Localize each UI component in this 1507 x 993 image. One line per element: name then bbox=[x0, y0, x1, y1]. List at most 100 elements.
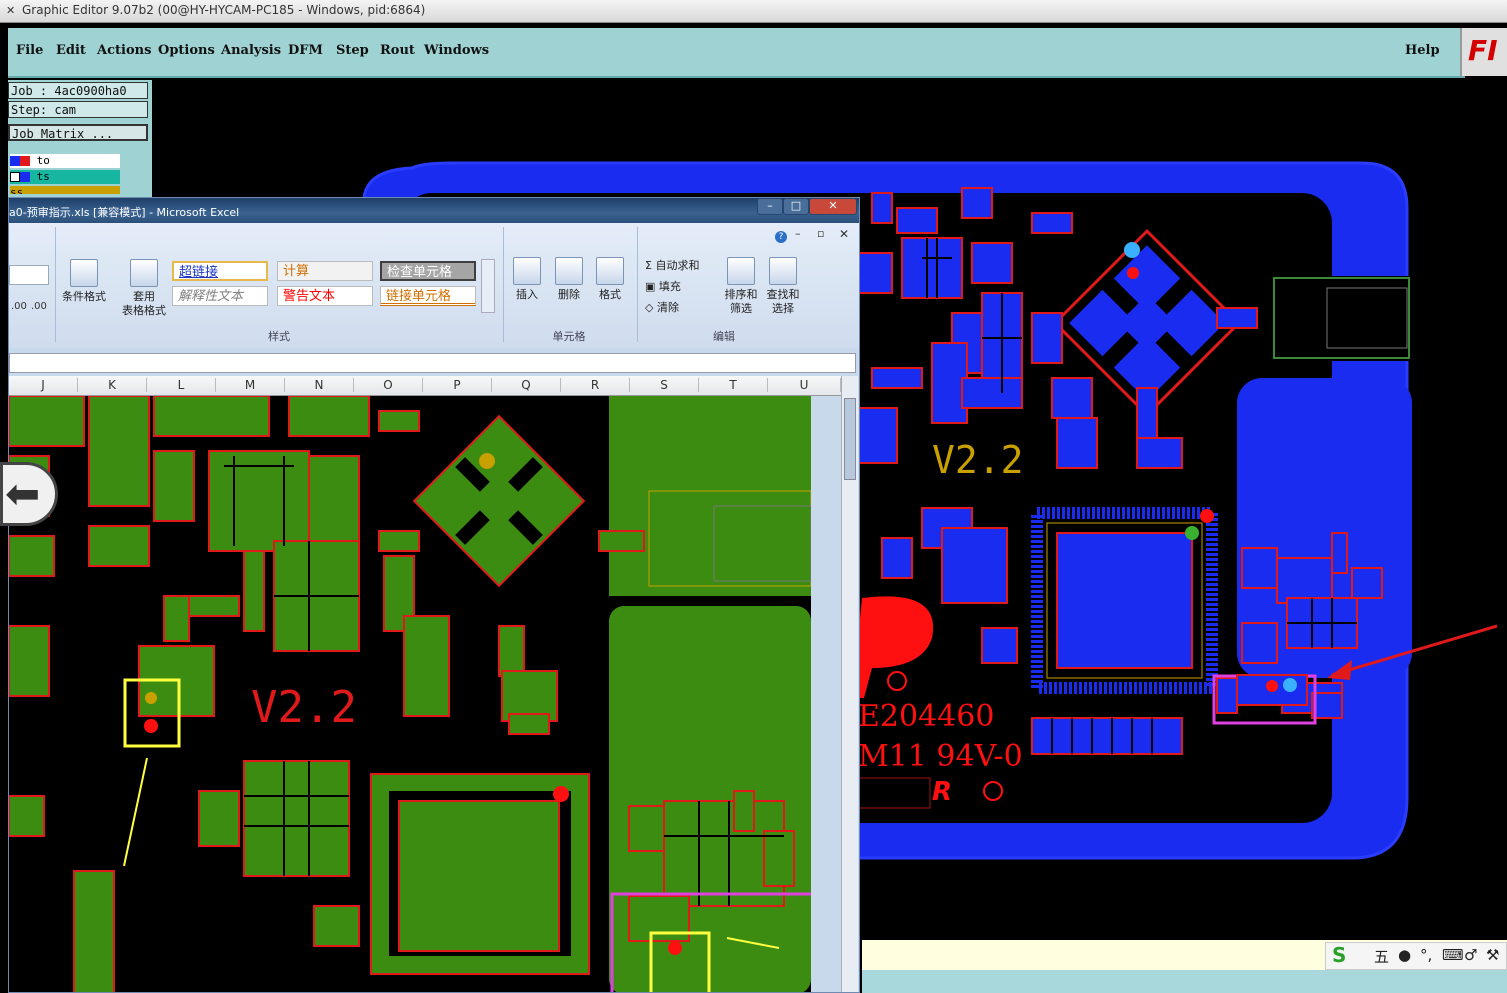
insert-cells-icon bbox=[513, 257, 541, 285]
style-calculation[interactable]: 计算 bbox=[277, 261, 373, 281]
silkscreen-ul-mark: R bbox=[932, 777, 952, 807]
column-header[interactable]: K bbox=[78, 378, 147, 392]
silkscreen-ul-number: E204460 bbox=[858, 699, 994, 734]
find-select-button[interactable]: 查找和 选择 bbox=[763, 257, 803, 316]
column-header[interactable]: R bbox=[561, 378, 630, 392]
menu-dfm[interactable]: DFM bbox=[288, 43, 323, 58]
pin1-marker bbox=[553, 786, 569, 802]
menu-analysis[interactable]: Analysis bbox=[221, 43, 281, 58]
increase-decimal-icon[interactable]: .00 bbox=[11, 301, 27, 312]
menu-file[interactable]: File bbox=[16, 43, 43, 58]
menu-options[interactable]: Options bbox=[158, 43, 215, 58]
column-header[interactable]: N bbox=[285, 378, 354, 392]
format-button[interactable]: 格式 bbox=[592, 257, 628, 302]
fill-down-icon: ▣ bbox=[645, 280, 659, 293]
layer-color-swatch bbox=[10, 156, 20, 166]
ime-fullwidth-icon[interactable]: ● bbox=[1398, 946, 1411, 964]
close-button[interactable]: ✕ bbox=[809, 198, 857, 215]
format-as-table-button[interactable]: 套用 表格格式 bbox=[114, 259, 174, 318]
format-label: 格式 bbox=[599, 288, 621, 301]
silkscreen-version: V2.2 bbox=[251, 682, 357, 733]
delete-cells-icon bbox=[555, 257, 583, 285]
keyboard-icon[interactable]: ⌨ bbox=[1442, 946, 1464, 964]
help-icon[interactable]: ? bbox=[775, 231, 787, 243]
column-header[interactable]: P bbox=[423, 378, 492, 392]
sort-filter-button[interactable]: 排序和 筛选 bbox=[721, 257, 761, 316]
style-hyperlink[interactable]: 超链接 bbox=[172, 261, 268, 281]
step-name: Step: cam bbox=[8, 101, 148, 118]
embedded-pcb-image[interactable]: V2.2 bbox=[9, 396, 811, 993]
column-header[interactable]: O bbox=[354, 378, 423, 392]
ime-logo-icon: S bbox=[1332, 943, 1347, 967]
scroll-thumb[interactable] bbox=[844, 398, 856, 480]
fill-button[interactable]: ▣ 填充 bbox=[645, 278, 681, 294]
delete-button[interactable]: 删除 bbox=[551, 257, 587, 302]
style-gallery-scroll[interactable] bbox=[481, 259, 495, 313]
ribbon-divider bbox=[55, 227, 56, 342]
menu-actions[interactable]: Actions bbox=[97, 43, 151, 58]
style-check-cell[interactable]: 检查单元格 bbox=[380, 261, 476, 281]
decrease-decimal-icon[interactable]: .00 bbox=[31, 301, 47, 312]
menu-rout[interactable]: Rout bbox=[380, 43, 415, 58]
pad-marker bbox=[479, 453, 495, 469]
user-icon[interactable]: ♂ bbox=[1464, 946, 1477, 964]
menu-help[interactable]: Help bbox=[1405, 43, 1440, 58]
target-marker bbox=[145, 692, 157, 704]
column-header[interactable]: S bbox=[630, 378, 699, 392]
pin1-marker bbox=[1200, 509, 1214, 523]
ime-mode-button[interactable]: 五 bbox=[1374, 946, 1389, 967]
job-matrix-button[interactable]: Job Matrix ... bbox=[8, 124, 148, 141]
conditional-format-label: 条件格式 bbox=[62, 290, 106, 303]
qfp-pad bbox=[398, 800, 560, 952]
style-warning[interactable]: 警告文本 bbox=[277, 286, 373, 306]
sigma-icon: Σ bbox=[645, 259, 656, 272]
column-header[interactable]: T bbox=[699, 378, 768, 392]
maximize-button[interactable]: □ bbox=[783, 198, 809, 215]
style-linked-cell[interactable]: 链接单元格 bbox=[380, 286, 476, 306]
autosum-label: 自动求和 bbox=[655, 259, 700, 272]
ribbon-close-icon[interactable]: ✕ bbox=[839, 227, 849, 241]
layer-row-ss[interactable]: ss bbox=[10, 186, 120, 194]
menu-edit[interactable]: Edit bbox=[56, 43, 86, 58]
column-header[interactable]: Q bbox=[492, 378, 561, 392]
bottom-panel bbox=[862, 970, 1507, 993]
ime-toolbar[interactable]: S 五 ● °, ⌨ ♂ ⚒ bbox=[1325, 942, 1507, 970]
formula-bar[interactable] bbox=[9, 353, 856, 373]
column-header[interactable]: M bbox=[216, 378, 285, 392]
conditional-format-button[interactable]: 条件格式 bbox=[59, 259, 109, 304]
logo-text: FI bbox=[1468, 34, 1498, 67]
silkscreen-rating: M11 94V-0 bbox=[858, 739, 1023, 774]
ime-punctuation-icon[interactable]: °, bbox=[1420, 946, 1432, 964]
style-explanatory[interactable]: 解释性文本 bbox=[172, 286, 268, 306]
excel-window[interactable]: a0-预审指示.xls [兼容模式] - Microsoft Excel – □… bbox=[8, 197, 860, 993]
number-format-dropdown[interactable] bbox=[9, 265, 49, 285]
menu-step[interactable]: Step bbox=[336, 43, 369, 58]
insert-label: 插入 bbox=[516, 288, 538, 301]
ribbon-minimize-icon[interactable]: – bbox=[795, 227, 801, 240]
fiducial-marker bbox=[1185, 526, 1199, 540]
fill-label: 填充 bbox=[658, 280, 681, 293]
wrench-icon[interactable]: ⚒ bbox=[1486, 946, 1499, 964]
layer-label: ss bbox=[10, 186, 24, 194]
binoculars-icon bbox=[769, 257, 797, 285]
ribbon-restore-icon[interactable]: ▫ bbox=[817, 227, 824, 240]
minimize-button[interactable]: – bbox=[757, 198, 783, 215]
layer-row-ts[interactable]: ts bbox=[10, 170, 120, 184]
column-header[interactable]: U bbox=[768, 378, 841, 392]
group-label-editing: 编辑 bbox=[713, 330, 735, 343]
pad-marker-blue bbox=[1124, 242, 1140, 258]
ribbon-divider bbox=[503, 227, 504, 342]
silkscreen-version: V2.2 bbox=[932, 438, 1024, 482]
delete-label: 删除 bbox=[558, 288, 580, 301]
layer-row-to[interactable]: to bbox=[10, 154, 120, 168]
insert-button[interactable]: 插入 bbox=[509, 257, 545, 302]
autosum-button[interactable]: Σ 自动求和 bbox=[645, 257, 699, 273]
vertical-scrollbar[interactable] bbox=[841, 376, 858, 992]
find-label-2: 选择 bbox=[772, 302, 794, 315]
layer-checkbox[interactable] bbox=[10, 172, 20, 182]
column-header[interactable]: L bbox=[147, 378, 216, 392]
target-marker-red bbox=[1266, 680, 1278, 692]
column-header[interactable]: J bbox=[9, 378, 78, 392]
clear-button[interactable]: ◇ 清除 bbox=[645, 299, 679, 315]
menu-windows[interactable]: Windows bbox=[424, 43, 489, 58]
